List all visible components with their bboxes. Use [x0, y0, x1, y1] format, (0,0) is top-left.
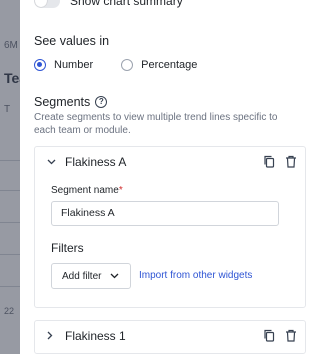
settings-drawer: Show chart summary See values in Number …	[20, 0, 306, 354]
chevron-down-icon[interactable]	[47, 157, 57, 167]
number-radio-label[interactable]: Number	[54, 59, 93, 71]
trash-icon[interactable]	[285, 155, 297, 168]
percentage-radio[interactable]	[121, 59, 134, 71]
segments-description: Create segments to view multiple trend l…	[34, 112, 278, 136]
segment-actions	[263, 329, 297, 342]
show-chart-summary-row[interactable]: Show chart summary	[34, 0, 183, 10]
import-from-widgets-link[interactable]: Import from other widgets	[139, 270, 252, 281]
show-chart-summary-toggle[interactable]	[34, 0, 60, 8]
show-chart-summary-label: Show chart summary	[70, 0, 183, 8]
chevron-right-icon[interactable]	[47, 331, 57, 342]
segment-actions	[263, 155, 297, 168]
segment-card: Flakiness 1	[34, 320, 306, 354]
segments-title-row: Segments ?	[34, 95, 108, 109]
values-radio-group: Number Percentage	[34, 59, 225, 71]
add-filter-button[interactable]: Add filter	[51, 263, 131, 289]
help-circle-icon[interactable]: ?	[95, 96, 108, 108]
segment-title: Flakiness 1	[65, 329, 126, 343]
segments-title: Segments	[34, 95, 91, 109]
chevron-down-icon	[110, 272, 119, 281]
see-values-title: See values in	[34, 34, 110, 48]
segment-card: Flakiness A Segment name* Flakiness A Fi…	[34, 146, 306, 308]
required-mark: *	[118, 185, 123, 196]
segment-name-label-text: Segment name	[51, 185, 119, 196]
add-filter-label: Add filter	[62, 270, 102, 282]
copy-icon[interactable]	[263, 155, 275, 168]
modal-overlay[interactable]	[0, 0, 20, 354]
copy-icon[interactable]	[263, 329, 275, 342]
trash-icon[interactable]	[285, 329, 297, 342]
number-radio[interactable]	[34, 59, 46, 71]
segment-title: Flakiness A	[65, 155, 127, 169]
segment-name-label: Segment name*	[51, 185, 123, 196]
segment-name-input[interactable]: Flakiness A	[51, 201, 279, 226]
filters-title: Filters	[51, 241, 84, 255]
percentage-radio-label[interactable]: Percentage	[141, 59, 197, 71]
